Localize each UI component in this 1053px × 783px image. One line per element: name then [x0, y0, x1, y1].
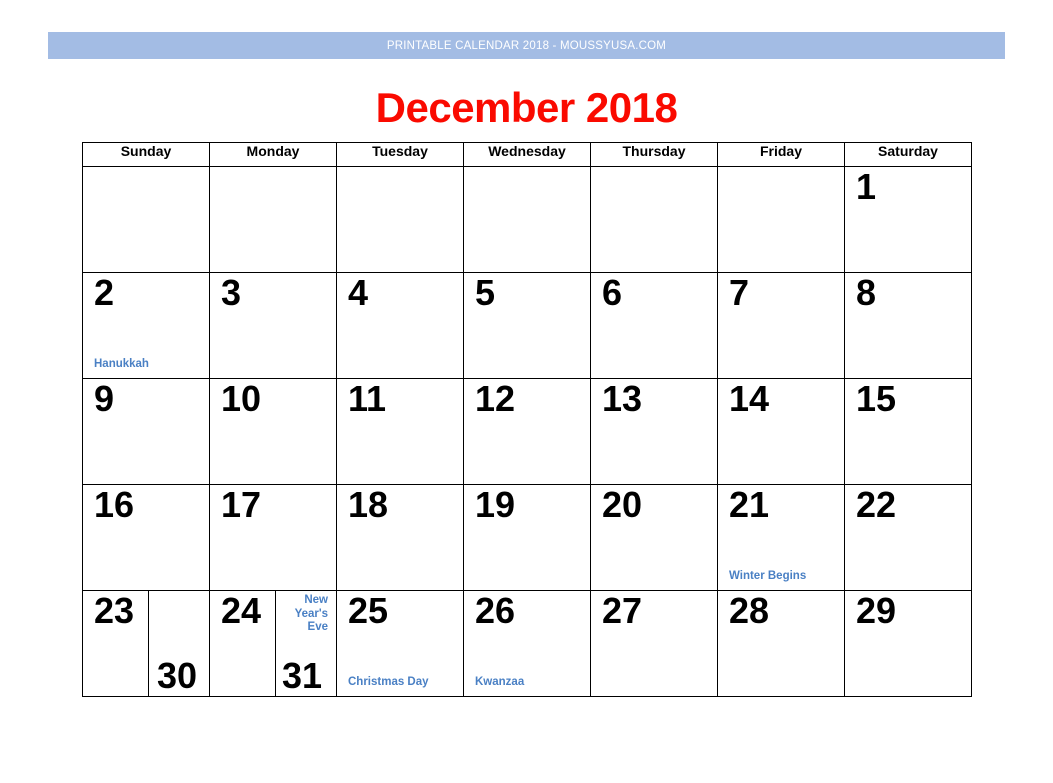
- day-cell-secondary[interactable]: 30: [149, 591, 209, 696]
- weekday-header-wednesday: Wednesday: [463, 142, 591, 167]
- calendar-grid: Sunday Monday Tuesday Wednesday Thursday…: [82, 142, 972, 697]
- day-cell[interactable]: 5: [463, 272, 591, 379]
- day-cell[interactable]: 18: [336, 484, 464, 591]
- weekday-header-tuesday: Tuesday: [336, 142, 464, 167]
- day-cell[interactable]: 1: [844, 166, 972, 273]
- day-number: 20: [602, 484, 643, 525]
- day-number: 4: [348, 272, 369, 313]
- day-cell[interactable]: [82, 166, 210, 273]
- day-cell[interactable]: 16: [82, 484, 210, 591]
- page-title: December 2018: [375, 84, 678, 131]
- calendar-week-row: 16 17 18 19 20 21 Winter Begins 22: [82, 484, 972, 591]
- day-number: 22: [856, 484, 897, 525]
- day-cell[interactable]: 26 Kwanzaa: [463, 590, 591, 697]
- day-cell[interactable]: 21 Winter Begins: [717, 484, 845, 591]
- day-number: 1: [856, 166, 877, 207]
- day-number: 19: [475, 484, 516, 525]
- day-cell[interactable]: 10: [209, 378, 337, 485]
- day-cell[interactable]: [717, 166, 845, 273]
- day-cell[interactable]: 14: [717, 378, 845, 485]
- day-cell[interactable]: 27: [590, 590, 718, 697]
- day-number: 5: [475, 272, 496, 313]
- day-cell[interactable]: [209, 166, 337, 273]
- day-number: 2: [94, 272, 115, 313]
- day-cell[interactable]: [590, 166, 718, 273]
- day-number: 29: [856, 590, 897, 631]
- day-number: 7: [729, 272, 750, 313]
- event-label: Christmas Day: [348, 676, 429, 688]
- weekday-header-thursday: Thursday: [590, 142, 718, 167]
- day-cell[interactable]: 11: [336, 378, 464, 485]
- day-cell[interactable]: 15: [844, 378, 972, 485]
- day-number: 31: [282, 655, 323, 696]
- day-cell[interactable]: 4: [336, 272, 464, 379]
- day-cell-secondary[interactable]: New Year's Eve 31: [276, 591, 336, 696]
- day-number: 12: [475, 378, 516, 419]
- day-cell[interactable]: [336, 166, 464, 273]
- day-cell[interactable]: 22: [844, 484, 972, 591]
- day-cell[interactable]: 20: [590, 484, 718, 591]
- day-number: 6: [602, 272, 623, 313]
- day-cell[interactable]: 19: [463, 484, 591, 591]
- day-number: 8: [856, 272, 877, 313]
- event-label: Kwanzaa: [475, 676, 525, 688]
- day-number: 28: [729, 590, 770, 631]
- day-number: 16: [94, 484, 135, 525]
- weekday-header-monday: Monday: [209, 142, 337, 167]
- day-number: 21: [729, 484, 770, 525]
- day-cell[interactable]: 17: [209, 484, 337, 591]
- weekday-header-saturday: Saturday: [844, 142, 972, 167]
- day-number: 14: [729, 378, 770, 419]
- calendar-week-row: 2 Hanukkah 3 4 5 6 7 8: [82, 272, 972, 379]
- day-number: 24: [221, 590, 262, 631]
- day-cell[interactable]: 2 Hanukkah: [82, 272, 210, 379]
- day-cell[interactable]: 28: [717, 590, 845, 697]
- day-cell[interactable]: 9: [82, 378, 210, 485]
- day-number: 17: [221, 484, 262, 525]
- day-number: 3: [221, 272, 242, 313]
- day-cell[interactable]: 8: [844, 272, 972, 379]
- day-cell[interactable]: 29: [844, 590, 972, 697]
- day-number: 10: [221, 378, 262, 419]
- day-number: 26: [475, 590, 516, 631]
- weekday-header-friday: Friday: [717, 142, 845, 167]
- calendar-week-row: 9 10 11 12 13 14 15: [82, 378, 972, 485]
- day-cell[interactable]: 6: [590, 272, 718, 379]
- weekday-header-row: Sunday Monday Tuesday Wednesday Thursday…: [82, 142, 972, 167]
- event-label: Hanukkah: [94, 358, 149, 370]
- day-cell[interactable]: 7: [717, 272, 845, 379]
- day-cell[interactable]: 12: [463, 378, 591, 485]
- day-cell[interactable]: 25 Christmas Day: [336, 590, 464, 697]
- day-number: 18: [348, 484, 389, 525]
- day-cell[interactable]: [463, 166, 591, 273]
- day-number: 15: [856, 378, 897, 419]
- day-cell[interactable]: 3: [209, 272, 337, 379]
- day-number: 23: [94, 590, 135, 631]
- site-banner-text: PRINTABLE CALENDAR 2018 - MOUSSYUSA.COM: [386, 39, 667, 52]
- day-number: 30: [157, 655, 198, 696]
- calendar-week-row: 1: [82, 166, 972, 273]
- calendar-week-row: 23 30 24 New Year's Eve 31 25 Christmas …: [82, 590, 972, 697]
- day-cell[interactable]: 13: [590, 378, 718, 485]
- day-cell[interactable]: 24: [210, 591, 276, 696]
- day-cell[interactable]: 23: [83, 591, 149, 696]
- site-banner: PRINTABLE CALENDAR 2018 - MOUSSYUSA.COM: [48, 32, 1005, 59]
- weekday-header-sunday: Sunday: [82, 142, 210, 167]
- day-number: 11: [348, 378, 387, 419]
- day-cell-split[interactable]: 23 30: [82, 590, 210, 697]
- day-number: 25: [348, 590, 389, 631]
- day-number: 9: [94, 378, 115, 419]
- day-number: 27: [602, 590, 643, 631]
- event-label: New Year's Eve: [294, 594, 328, 634]
- day-number: 13: [602, 378, 643, 419]
- event-label: Winter Begins: [729, 570, 807, 582]
- day-cell-split[interactable]: 24 New Year's Eve 31: [209, 590, 337, 697]
